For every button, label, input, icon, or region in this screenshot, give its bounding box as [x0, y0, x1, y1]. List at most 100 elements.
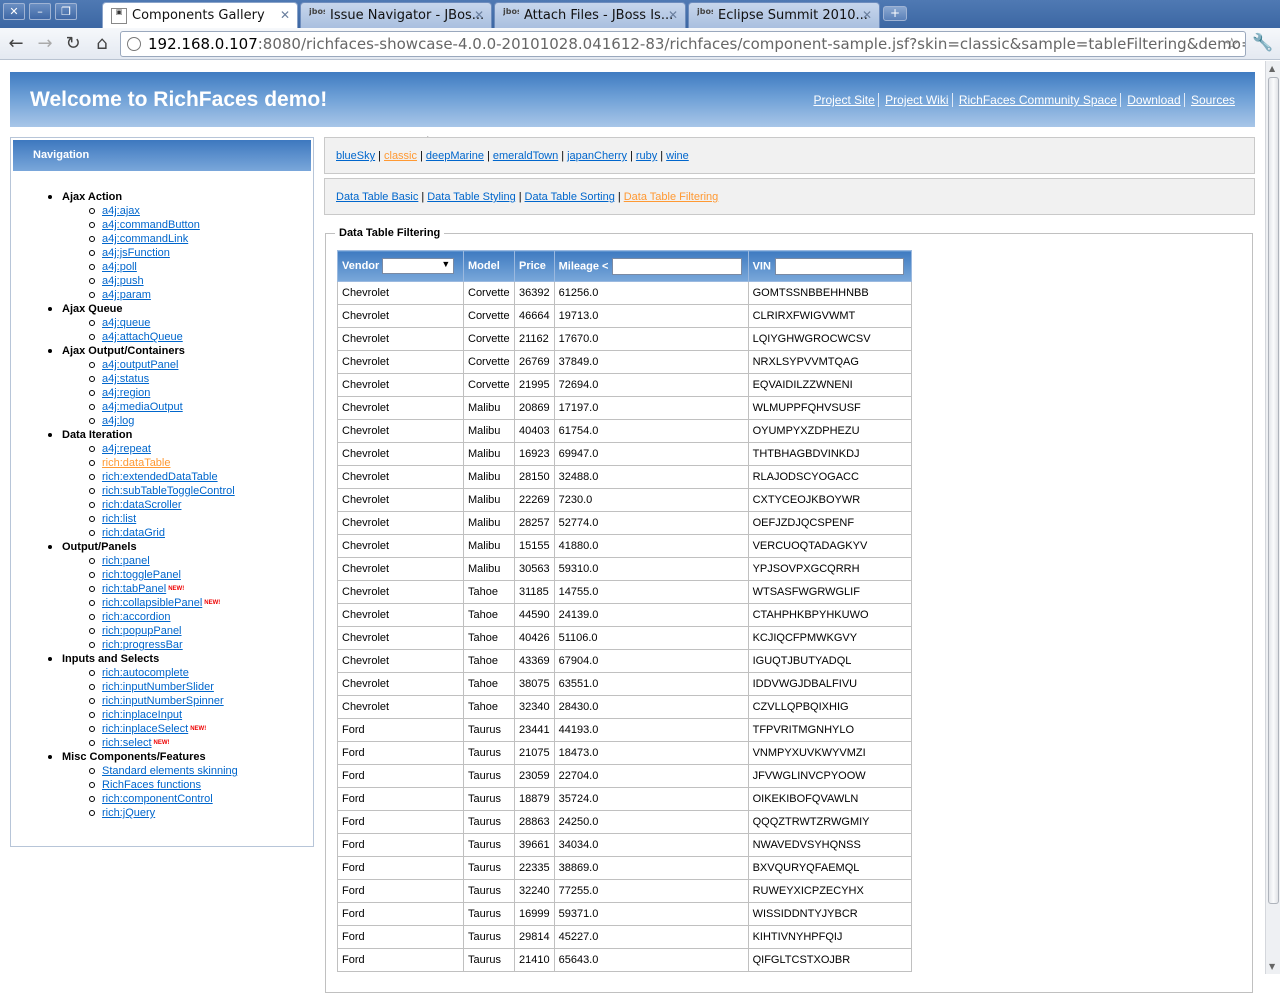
maximize-window-icon[interactable]: ❐: [55, 3, 77, 20]
nav-item-link[interactable]: a4j:push: [102, 275, 144, 287]
nav-item-link[interactable]: a4j:queue: [102, 317, 150, 329]
nav-item-link[interactable]: a4j:repeat: [102, 443, 151, 455]
nav-item-link[interactable]: a4j:outputPanel: [102, 359, 178, 371]
price-cell: 39661: [514, 833, 555, 857]
vin-cell: RLAJODSCYOGACC: [747, 465, 912, 489]
mileage-filter-input[interactable]: [612, 257, 743, 275]
scroll-down-icon[interactable]: ▼: [1269, 962, 1275, 971]
download-link[interactable]: Download: [1127, 93, 1180, 107]
vin-cell: OEFJZDJQCSPENF: [747, 511, 912, 535]
home-icon[interactable]: ⌂: [90, 33, 114, 54]
browser-tab[interactable]: jboss .org Attach Files - JBoss Is... ✕: [494, 2, 686, 28]
nav-item-link[interactable]: rich:list: [102, 513, 136, 525]
nav-item: rich:extendedDataTable: [11, 470, 311, 484]
skin-link[interactable]: ruby: [636, 150, 657, 162]
nav-item-link[interactable]: rich:popupPanel: [102, 625, 182, 637]
mileage-cell: 59371.0: [553, 902, 749, 926]
bookmark-star-icon[interactable]: ☆: [1225, 32, 1239, 56]
project-wiki-link[interactable]: Project Wiki: [885, 93, 948, 107]
nav-item-link[interactable]: rich:panel: [102, 555, 150, 567]
nav-item: rich:collapsiblePanel NEW!: [11, 596, 311, 610]
nav-item-link[interactable]: rich:collapsiblePanel: [102, 597, 202, 609]
nav-item-link[interactable]: rich:select: [102, 737, 152, 749]
browser-tab[interactable]: jboss .org Eclipse Summit 2010... ✕: [688, 2, 880, 28]
separator: |: [420, 150, 423, 162]
wrench-menu-icon[interactable]: 🔧: [1252, 33, 1273, 53]
nav-item-link[interactable]: a4j:commandLink: [102, 233, 188, 245]
new-tab-icon[interactable]: +: [883, 6, 907, 21]
skin-link[interactable]: wine: [666, 150, 689, 162]
vin-cell: IGUQTJBUTYADQL: [747, 649, 912, 673]
tab-close-icon[interactable]: ✕: [474, 8, 484, 22]
nav-item-link[interactable]: RichFaces functions: [102, 779, 201, 791]
nav-item-link[interactable]: rich:accordion: [102, 611, 170, 623]
table-row: Chevrolet Malibu 30563 59310.0 YPJSOVPXGCQRR…: [337, 557, 912, 581]
demo-link[interactable]: Data Table Filtering: [624, 191, 719, 203]
browser-tab[interactable]: jboss .org Issue Navigator - JBos... ✕: [300, 2, 492, 28]
community-space-link[interactable]: RichFaces Community Space: [959, 93, 1117, 107]
nav-item-link[interactable]: rich:progressBar: [102, 639, 183, 651]
vendor-filter-select[interactable]: ▼: [382, 258, 455, 274]
page-scrollbar[interactable]: ▲ ▼: [1265, 61, 1280, 974]
nav-item-link[interactable]: rich:inputNumberSlider: [102, 681, 214, 693]
tab-close-icon[interactable]: ✕: [668, 8, 678, 22]
close-window-icon[interactable]: ✕: [3, 3, 25, 20]
skin-link[interactable]: deepMarine: [426, 150, 484, 162]
price-cell: 22335: [514, 856, 555, 880]
nav-item-link[interactable]: rich:dataGrid: [102, 527, 165, 539]
nav-item-link[interactable]: a4j:poll: [102, 261, 137, 273]
vin-cell: WTSASFWGRWGLIF: [747, 580, 912, 604]
nav-item-link[interactable]: a4j:param: [102, 289, 151, 301]
nav-item-link[interactable]: rich:inputNumberSpinner: [102, 695, 224, 707]
nav-item-link[interactable]: rich:inplaceSelect: [102, 723, 188, 735]
nav-item-link[interactable]: a4j:attachQueue: [102, 331, 183, 343]
scroll-up-icon[interactable]: ▲: [1269, 64, 1275, 73]
nav-item-link[interactable]: rich:dataTable: [102, 457, 171, 469]
demo-link[interactable]: Data Table Styling: [427, 191, 515, 203]
skin-link[interactable]: japanCherry: [567, 150, 627, 162]
nav-item-link[interactable]: a4j:status: [102, 373, 149, 385]
minimize-window-icon[interactable]: –: [29, 3, 51, 20]
address-bar[interactable]: 192.168.0.107:8080/richfaces-showcase-4.…: [120, 31, 1246, 57]
nav-item-link[interactable]: Standard elements skinning: [102, 765, 238, 777]
nav-item-link[interactable]: a4j:region: [102, 387, 150, 399]
tab-close-icon[interactable]: ✕: [280, 8, 290, 22]
table-row: Chevrolet Tahoe 38075 63551.0 IDDVWGJDBALFIV…: [337, 672, 912, 696]
vendor-cell: Chevrolet: [337, 281, 464, 305]
vin-filter-input[interactable]: [774, 257, 904, 275]
vendor-cell: Chevrolet: [337, 534, 464, 558]
nav-item-link[interactable]: rich:jQuery: [102, 807, 155, 819]
back-icon[interactable]: ←: [4, 33, 28, 54]
demo-link[interactable]: Data Table Basic: [336, 191, 418, 203]
nav-item-link[interactable]: a4j:ajax: [102, 205, 140, 217]
forward-icon[interactable]: →: [33, 33, 57, 54]
browser-tab[interactable]: ▣ Components Gallery ✕: [102, 2, 298, 29]
project-site-link[interactable]: Project Site: [813, 93, 874, 107]
tab-close-icon[interactable]: ✕: [862, 8, 872, 22]
skin-link[interactable]: emeraldTown: [493, 150, 558, 162]
nav-item-link[interactable]: a4j:commandButton: [102, 219, 200, 231]
nav-item-link[interactable]: a4j:mediaOutput: [102, 401, 183, 413]
scrollbar-thumb[interactable]: [1268, 77, 1279, 904]
nav-item-link[interactable]: a4j:log: [102, 415, 134, 427]
nav-item-link[interactable]: rich:componentControl: [102, 793, 213, 805]
skin-link[interactable]: blueSky: [336, 150, 375, 162]
sources-link[interactable]: Sources: [1191, 93, 1235, 107]
model-cell: Tahoe: [463, 603, 515, 627]
demo-link[interactable]: Data Table Sorting: [525, 191, 615, 203]
nav-item-link[interactable]: rich:extendedDataTable: [102, 471, 218, 483]
nav-item-link[interactable]: rich:autocomplete: [102, 667, 189, 679]
skin-link[interactable]: classic: [384, 150, 417, 162]
nav-item-link[interactable]: rich:dataScroller: [102, 499, 181, 511]
vin-column-header: VIN: [747, 250, 912, 282]
nav-item-link[interactable]: rich:subTableToggleControl: [102, 485, 235, 497]
vin-cell: CXTYCEOJKBOYWR: [747, 488, 912, 512]
nav-item-link[interactable]: rich:togglePanel: [102, 569, 181, 581]
nav-item-link[interactable]: rich:tabPanel: [102, 583, 166, 595]
table-row: Chevrolet Tahoe 43369 67904.0 IGUQTJBUTYADQL: [337, 649, 912, 673]
nav-item-link[interactable]: a4j:jsFunction: [102, 247, 170, 259]
table-row: Chevrolet Corvette 26769 37849.0 NRXLSYPVVMT…: [337, 350, 912, 374]
vendor-cell: Ford: [337, 741, 464, 765]
reload-icon[interactable]: ↻: [61, 33, 85, 54]
nav-item-link[interactable]: rich:inplaceInput: [102, 709, 182, 721]
